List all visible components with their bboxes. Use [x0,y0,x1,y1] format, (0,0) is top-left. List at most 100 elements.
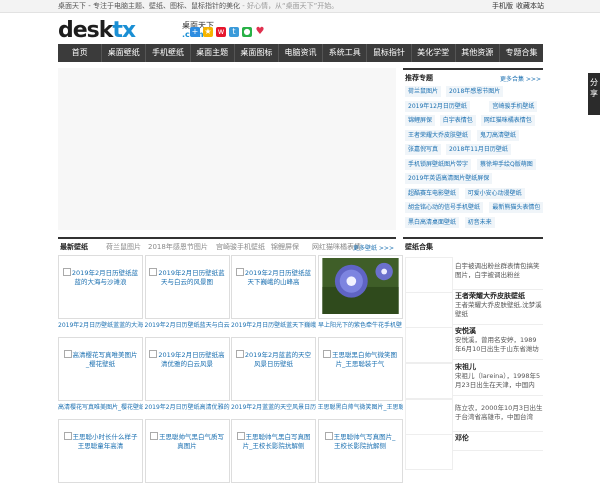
collection-item-title[interactable]: 王者荣耀大乔皮肤壁纸 [455,291,525,301]
top-bar: 桌面天下 - 专注于电脑主题、壁纸、图标、鼠标指针的美化 - 好心情，从“桌面天… [0,0,600,13]
collection-item[interactable]: 王者荣耀大乔皮肤壁纸 王者荣耀大乔皮肤壁纸,沈梦溪壁纸 [405,290,543,328]
heart-icon[interactable]: ♥ [255,27,265,37]
broken-image-icon [323,350,331,358]
wechat-icon[interactable]: ● [242,27,252,37]
latest-tab-4[interactable]: 锦鲤屏保 [271,242,299,252]
wallpaper-tile[interactable]: 2019年2月日历壁纸高清优雅的白云风景 [144,337,230,401]
share-label: 分享 [590,78,598,98]
more-wallpapers-link[interactable]: 更多壁纸 >>> [353,243,394,252]
broken-image-icon [63,432,72,440]
collection-item[interactable]: 安悦溪 安悦溪，曾用名安婷，1989年6月10日出生于山东省潍坊 [405,325,543,363]
topic-chip[interactable]: 荷兰鼠图片 [405,86,442,97]
collection-item[interactable]: 邓伦 [405,432,543,470]
wallpaper-tile[interactable]: 王思聪帅气黑白写真图片_王校长影院抗解侧 [231,419,316,483]
qzone-icon[interactable]: ★ [203,27,213,37]
topic-chip[interactable]: 2018年11月日历壁纸 [446,144,511,155]
more-collections-link[interactable]: 更多合集 >>> [500,74,541,83]
weibo-icon[interactable]: w [216,27,226,37]
topic-chip[interactable]: 黑白高清桌面壁纸 [405,216,460,228]
topic-chip[interactable]: 手机锁屏壁纸图片带字 [405,158,472,170]
share-tab[interactable]: 分享 [588,73,600,115]
topic-chip[interactable]: 锦鲤屏保 [405,115,436,126]
topic-chip[interactable]: 最新熊猫头表情包 [489,202,544,213]
nav-item-6[interactable]: 电脑资讯 [277,44,322,62]
banner-area [58,68,396,230]
nav-item-3[interactable]: 手机壁纸 [145,44,189,62]
wallpaper-tile[interactable]: 2019年2月蓝蓝的天空风景日历壁纸 [231,337,316,401]
collection-item[interactable]: 宋祖儿 宋祖儿（lareina），1998年5月23日出生在天津，中国内 [405,361,543,399]
tile-alt-text: 王思聪小时长什么样子王思聪童年高清 [62,432,139,451]
topic-chip[interactable]: 超酷赛车电影壁纸 [405,187,460,199]
main-nav: 首页 桌面壁纸 手机壁纸 桌面主题 桌面图标 电脑资讯 系统工具 鼠标指针 美化学堂 其他资源 专题… [58,44,543,62]
topic-chip[interactable]: 可爱小安心动漫壁纸 [464,187,525,199]
topic-chip[interactable]: 初音未来 [464,216,495,228]
tile-alt-text: 2019年2月日历壁纸蓝天下巍峨的山峰高 [235,268,312,287]
latest-tab-1[interactable]: 荷兰鼠图片 [106,242,141,252]
topic-chip[interactable]: 鬼刀高清壁纸 [477,129,520,141]
collection-item-title[interactable]: 邓伦 [455,433,469,443]
bookmark-link[interactable]: 收藏本站 [516,1,544,11]
broken-image-icon [236,432,245,440]
wallpaper-collection-header: 壁纸合集 [403,237,543,253]
tile-caption[interactable]: 早上阳光下的紫色牵牛花手机壁 [318,320,403,329]
nav-item-4[interactable]: 桌面主题 [189,44,234,62]
topic-chip[interactable]: 宫崎骏手机壁纸 [489,100,538,112]
mobile-version-link[interactable]: 手机版 [492,1,513,11]
recommended-title: 推荐专题 [405,74,433,82]
latest-wallpapers-header: 最新壁纸 荷兰鼠图片 2018年感恩节图片 宫崎骏手机壁纸 锦鲤屏保 网红猫咪橘… [58,237,396,253]
topic-chip[interactable]: 网红猫咪橘表情包 [480,115,535,126]
latest-tab-2[interactable]: 2018年感恩节图片 [148,242,208,252]
broken-image-icon [235,268,244,276]
collection-thumb [405,327,453,363]
wallpaper-tile[interactable]: 王思聪帅气写真图片_王校长影院抗解侧 [317,419,403,483]
tile-caption[interactable]: 2019年2月日历壁纸高清优雅的白 [145,402,230,411]
collection-item-title[interactable]: 宋祖儿 [455,362,476,372]
topic-chip[interactable]: 张嘉倪写真 [405,144,442,155]
collection-thumb [405,399,453,435]
broken-image-icon [149,268,158,276]
wallpaper-tile[interactable]: 王思聪小时长什么样子王思聪童年高清 [58,419,143,483]
collection-thumb [405,434,453,470]
site-logo[interactable]: desktx 桌面天下 .com [58,18,214,43]
topic-chip[interactable]: 胡金铭心动的信号手机壁纸 [405,202,484,213]
tencent-weibo-icon[interactable]: t [229,27,239,37]
nav-item-9[interactable]: 美化学堂 [410,44,455,62]
flower-photo [320,258,400,314]
nav-item-10[interactable]: 其他资源 [454,44,499,62]
tile-alt-text: 王思聪帅气黑白写真图片_王校长影院抗解侧 [235,432,312,451]
collection-item-title[interactable]: 安悦溪 [455,326,476,336]
topic-chip[interactable]: 2019年英语高清图片壁纸屏保 [405,173,493,184]
tile-caption[interactable]: 2019年2月日历壁纸蓝蓝的大海与 [58,320,143,329]
topic-chip[interactable]: 2019年12月日历壁纸 [405,100,470,112]
wallpaper-tile[interactable]: 王思聪帅气黑白气质写真图片 [144,419,230,483]
recommended-topics-panel: 推荐专题 更多合集 >>> 荷兰鼠图片 2018年感恩节图片 2019年12月日历壁… [403,68,544,232]
wallpaper-tile[interactable]: 高清樱花写真唯美图片_樱花壁纸 [58,337,143,401]
latest-tab-3[interactable]: 宫崎骏手机壁纸 [216,242,265,252]
tile-caption[interactable]: 王思聪黑白帅气微笑图片_王思聪 [318,402,403,411]
topic-chip[interactable]: 2018年感恩节图片 [446,86,504,97]
wallpaper-tile[interactable]: 王思聪黑白帅气微笑图片_王思聪装于气 [317,337,403,401]
plus-icon[interactable]: + [190,27,200,37]
collection-item[interactable]: 陈立农，2000年10月3日出生于台湾省高雄市，中国台湾 [405,397,543,435]
topic-chip[interactable]: 白宇表情包 [439,115,476,126]
wallpaper-tile[interactable]: 2019年2月日历壁纸蓝天下巍峨的山峰高 [231,255,316,319]
nav-item-8[interactable]: 鼠标指针 [366,44,410,62]
topic-chip[interactable]: 王者荣耀大乔皮肤壁纸 [405,129,472,141]
tile-caption[interactable]: 2019年2月蓝蓝的天空风景日历壁 [231,402,316,411]
collection-item[interactable]: 白宇被调出粉丝群表情包搞笑图片，白宇被调出粉丝 [405,255,543,293]
wallpaper-tile[interactable]: 2019年2月日历壁纸蓝蓝的大海与沙滩浪 [58,255,143,319]
tile-caption[interactable]: 2019年2月日历壁纸蓝天下巍峨的 [231,320,316,329]
tile-alt-text: 2019年2月日历壁纸蓝天与白云的风景图 [149,268,226,287]
nav-item-11[interactable]: 专题合集 [498,44,543,62]
topic-chip[interactable]: 蔡徐坤手绘Q版萌图 [477,158,536,170]
wallpaper-tile[interactable]: 2019年2月日历壁纸蓝天与白云的风景图 [144,255,230,319]
tile-caption[interactable]: 高清樱花写真唯美图片_樱花壁纸 [58,402,143,411]
nav-item-1[interactable]: 首页 [58,44,101,62]
nav-item-7[interactable]: 系统工具 [322,44,366,62]
broken-image-icon [235,350,244,358]
collection-thumb [405,363,453,399]
nav-item-5[interactable]: 桌面图标 [233,44,278,62]
tile-caption[interactable]: 2019年2月日历壁纸蓝天与白云的 [145,320,230,329]
nav-item-2[interactable]: 桌面壁纸 [101,44,145,62]
wallpaper-tile[interactable] [317,255,403,319]
